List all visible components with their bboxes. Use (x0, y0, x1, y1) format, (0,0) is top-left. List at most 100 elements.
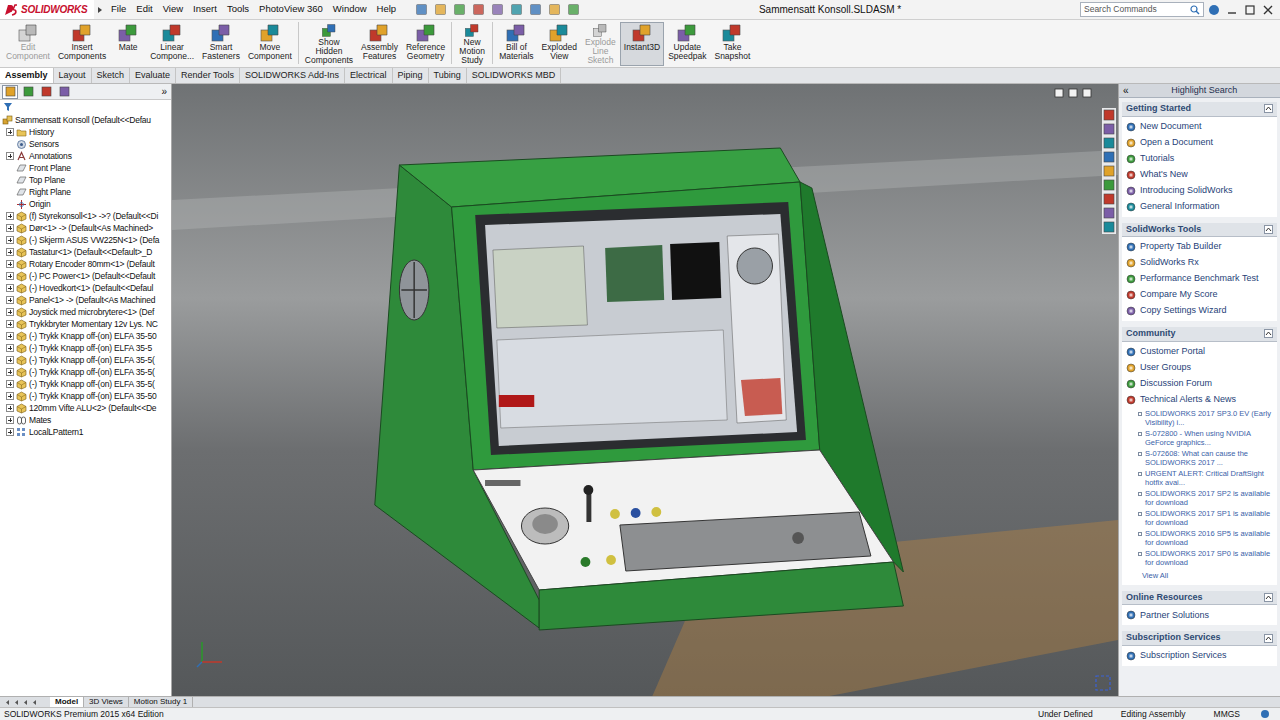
task-pane-link[interactable]: Compare My Score (1126, 287, 1273, 303)
task-pane-tab-icon[interactable] (1103, 207, 1115, 219)
menu-item[interactable]: Window (328, 2, 372, 16)
task-pane-link[interactable]: Property Tab Builder (1126, 239, 1273, 255)
quick-tool-icon[interactable] (529, 3, 542, 16)
ribbon-button[interactable]: SmartFasteners (198, 22, 244, 66)
graphics-area[interactable] (172, 84, 1118, 696)
task-pane-link[interactable]: Partner Solutions (1126, 607, 1273, 623)
quick-tool-icon[interactable] (548, 3, 561, 16)
collapse-chevron-icon[interactable] (1264, 329, 1273, 338)
ribbon-button[interactable]: ExplodedView (538, 22, 581, 66)
news-item[interactable]: SOLIDWORKS 2017 SP3.0 EV (Early Visibili… (1126, 408, 1273, 428)
task-pane-link[interactable]: Introducing SolidWorks (1126, 183, 1273, 199)
expand-box[interactable] (6, 428, 14, 436)
close-icon[interactable] (1262, 4, 1274, 16)
tab-scroll-icon[interactable] (31, 699, 38, 706)
tree-item[interactable]: (-) Trykk Knapp off-(on) ELFA 35-5( (2, 378, 171, 390)
command-tab[interactable]: SOLIDWORKS MBD (467, 68, 562, 83)
quick-tool-icon[interactable] (434, 3, 447, 16)
tree-item[interactable]: LocalLPattern1 (2, 426, 171, 438)
ribbon-button[interactable]: LinearCompone... (146, 22, 198, 66)
minimize-icon[interactable] (1226, 4, 1238, 16)
task-pane-link[interactable]: User Groups (1126, 360, 1273, 376)
section-header[interactable]: Subscription Services (1122, 631, 1277, 646)
expand-box[interactable] (6, 392, 14, 400)
command-tab[interactable]: Electrical (345, 68, 393, 83)
ribbon-button[interactable]: Instant3D (620, 22, 664, 66)
expand-arrow-icon[interactable] (95, 5, 105, 15)
task-pane-link[interactable]: Open a Document (1126, 135, 1273, 151)
ribbon-button[interactable]: InsertComponents (54, 22, 110, 66)
collapse-chevron-icon[interactable] (1264, 593, 1273, 602)
quick-tool-icon[interactable] (453, 3, 466, 16)
tab-scroll-icon[interactable] (22, 699, 29, 706)
expand-box[interactable] (6, 152, 14, 160)
expand-box[interactable] (6, 236, 14, 244)
viewport-window-icon[interactable] (1054, 88, 1064, 98)
tree-item[interactable]: History (2, 126, 171, 138)
command-tab[interactable]: Assembly (0, 68, 54, 83)
expand-box[interactable] (6, 368, 14, 376)
section-header[interactable]: SolidWorks Tools (1122, 223, 1277, 238)
panel-tab[interactable] (38, 85, 54, 99)
maximize-icon[interactable] (1244, 4, 1256, 16)
task-pane-tab-icon[interactable] (1103, 151, 1115, 163)
tree-item[interactable]: Mates (2, 414, 171, 426)
expand-box[interactable] (6, 416, 14, 424)
tree-item[interactable]: (-) Trykk Knapp off-(on) ELFA 35-50 (2, 390, 171, 402)
section-header[interactable]: Getting Started (1122, 102, 1277, 117)
bottom-tab[interactable]: Motion Study 1 (129, 697, 193, 708)
task-pane-link[interactable]: Performance Benchmark Test (1126, 271, 1273, 287)
news-item[interactable]: URGENT ALERT: Critical DraftSight hotfix… (1126, 468, 1273, 488)
collapse-chevron-icon[interactable] (1264, 225, 1273, 234)
tree-item[interactable]: (-) Trykk Knapp off-(on) ELFA 35-5( (2, 366, 171, 378)
task-pane-link[interactable]: Subscription Services (1126, 648, 1273, 664)
tree-item[interactable]: Right Plane (2, 186, 171, 198)
expand-box[interactable] (6, 248, 14, 256)
ribbon-button[interactable]: NewMotionStudy (454, 22, 490, 66)
menu-item[interactable]: Help (372, 2, 402, 16)
quick-tool-icon[interactable] (510, 3, 523, 16)
section-header[interactable]: Online Resources (1122, 591, 1277, 606)
tree-item[interactable]: Dør<1> -> (Default<As Machined> (2, 222, 171, 234)
tree-item[interactable]: Annotations (2, 150, 171, 162)
ribbon-button[interactable]: UpdateSpeedpak (664, 22, 710, 66)
tree-item[interactable]: (-) Hovedkort<1> (Default<<Defaul (2, 282, 171, 294)
panel-tab[interactable] (2, 85, 18, 99)
quick-tool-icon[interactable] (415, 3, 428, 16)
task-pane-link[interactable]: Technical Alerts & News (1126, 392, 1273, 408)
command-tab[interactable]: Render Tools (176, 68, 240, 83)
collapse-chevron-icon[interactable] (1264, 634, 1273, 643)
task-pane-tab-icon[interactable] (1103, 221, 1115, 233)
tab-scroll-icon[interactable] (4, 699, 11, 706)
tree-item[interactable]: (-) Skjerm ASUS VW225N<1> (Defa (2, 234, 171, 246)
panel-tab[interactable] (56, 85, 72, 99)
expand-box[interactable] (6, 344, 14, 352)
menu-item[interactable]: File (106, 2, 131, 16)
selection-cube-icon[interactable] (1094, 674, 1112, 692)
collapse-task-pane-button[interactable]: « (1121, 84, 1131, 98)
menu-item[interactable]: Edit (131, 2, 157, 16)
ribbon-button[interactable]: ShowHiddenComponents (301, 22, 357, 66)
menu-item[interactable]: View (158, 2, 188, 16)
task-pane-link[interactable]: General Information (1126, 199, 1273, 215)
task-pane-tab-icon[interactable] (1103, 123, 1115, 135)
expand-box[interactable] (6, 296, 14, 304)
collapse-chevron-icon[interactable] (1264, 104, 1273, 113)
tree-item[interactable]: 120mm Vifte ALU<2> (Default<<De (2, 402, 171, 414)
expand-box[interactable] (6, 380, 14, 388)
task-pane-link[interactable]: Copy Settings Wizard (1126, 303, 1273, 319)
tree-item[interactable]: Origin (2, 198, 171, 210)
tree-item[interactable]: (f) Styrekonsoll<1> ->? (Default<<Di (2, 210, 171, 222)
command-tab[interactable]: Sketch (92, 68, 131, 83)
expand-box[interactable] (6, 308, 14, 316)
expand-box[interactable] (6, 332, 14, 340)
quick-tool-icon[interactable] (491, 3, 504, 16)
tab-scroll-icon[interactable] (13, 699, 20, 706)
quick-tool-icon[interactable] (567, 3, 580, 16)
viewport-window-icon[interactable] (1082, 88, 1092, 98)
tree-item[interactable]: (-) PC Power<1> (Default<<Default (2, 270, 171, 282)
ribbon-button[interactable]: Mate (110, 22, 146, 66)
tree-item[interactable]: (-) Trykk Knapp off-(on) ELFA 35-5 (2, 342, 171, 354)
expand-box[interactable] (6, 212, 14, 220)
view-all-link[interactable]: View All (1126, 568, 1273, 583)
